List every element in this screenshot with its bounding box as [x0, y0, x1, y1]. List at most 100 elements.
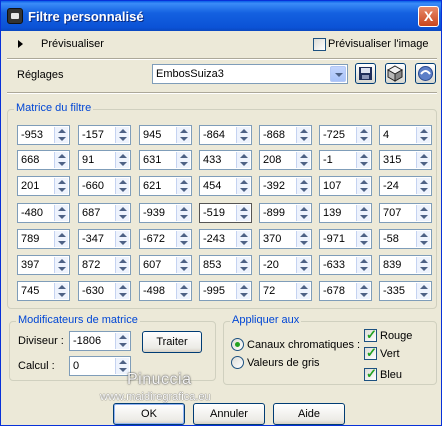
matrix-cell[interactable]: 397 — [17, 255, 70, 275]
spin-down-icon[interactable] — [420, 241, 428, 245]
matrix-cell[interactable]: -498 — [139, 281, 192, 301]
spin-up-icon[interactable] — [240, 285, 248, 289]
matrix-cell[interactable]: 872 — [78, 255, 131, 275]
matrix-spin-buttons[interactable] — [416, 231, 430, 247]
spin-down-icon[interactable] — [58, 241, 66, 245]
blue-label[interactable]: Bleu — [380, 369, 402, 381]
matrix-cell[interactable]: -864 — [199, 125, 252, 145]
matrix-cell[interactable]: -20 — [259, 255, 312, 275]
matrix-spin-buttons[interactable] — [115, 257, 129, 273]
spin-down-icon[interactable] — [420, 267, 428, 271]
matrix-spin-buttons[interactable] — [176, 152, 190, 168]
spin-down-icon[interactable] — [119, 267, 127, 271]
spin-down-icon[interactable] — [58, 267, 66, 271]
chromatic-radio[interactable] — [231, 338, 244, 351]
spin-down-icon[interactable] — [360, 293, 368, 297]
matrix-spin-buttons[interactable] — [176, 231, 190, 247]
matrix-cell[interactable]: -24 — [379, 176, 432, 196]
matrix-cell[interactable]: 4 — [379, 125, 432, 145]
matrix-spin-buttons[interactable] — [296, 257, 310, 273]
matrix-spin-buttons[interactable] — [296, 152, 310, 168]
matrix-spin-buttons[interactable] — [236, 231, 250, 247]
save-preset-button[interactable] — [355, 63, 376, 84]
divisor-stepper[interactable]: -1806 — [69, 331, 131, 351]
spin-up-icon[interactable] — [58, 180, 66, 184]
preview-image-label[interactable]: Prévisualiser l'image — [328, 38, 429, 50]
help-button[interactable]: Aide — [273, 403, 345, 425]
spin-down-icon[interactable] — [119, 162, 127, 166]
spin-up-icon[interactable] — [360, 129, 368, 133]
spin-down-icon[interactable] — [240, 188, 248, 192]
spin-up-icon[interactable] — [300, 259, 308, 263]
spin-up-icon[interactable] — [420, 154, 428, 158]
spin-down-icon[interactable] — [240, 293, 248, 297]
matrix-spin-buttons[interactable] — [115, 205, 129, 221]
spin-down-icon[interactable] — [240, 162, 248, 166]
spin-up-icon[interactable] — [420, 129, 428, 133]
spin-down-icon[interactable] — [119, 137, 127, 141]
spin-up-icon[interactable] — [420, 207, 428, 211]
spin-up-icon[interactable] — [300, 180, 308, 184]
spin-down-icon[interactable] — [180, 137, 188, 141]
matrix-cell[interactable]: 745 — [17, 281, 70, 301]
matrix-cell[interactable]: -630 — [78, 281, 131, 301]
spin-down-icon[interactable] — [420, 137, 428, 141]
matrix-cell[interactable]: -678 — [319, 281, 372, 301]
matrix-spin-buttons[interactable] — [236, 152, 250, 168]
matrix-spin-buttons[interactable] — [356, 178, 370, 194]
matrix-spin-buttons[interactable] — [356, 257, 370, 273]
chromatic-label[interactable]: Canaux chromatiques : — [247, 339, 360, 351]
spin-down-icon[interactable] — [360, 137, 368, 141]
spin-up-icon[interactable] — [180, 207, 188, 211]
matrix-spin-buttons[interactable] — [296, 127, 310, 143]
matrix-cell[interactable]: 107 — [319, 176, 372, 196]
spin-down-icon[interactable] — [58, 137, 66, 141]
spin-down-icon[interactable] — [420, 293, 428, 297]
spin-up-icon[interactable] — [360, 180, 368, 184]
spin-down-icon[interactable] — [300, 241, 308, 245]
matrix-cell[interactable]: 707 — [379, 203, 432, 223]
spin-down-icon[interactable] — [180, 241, 188, 245]
matrix-spin-buttons[interactable] — [236, 205, 250, 221]
matrix-spin-buttons[interactable] — [296, 231, 310, 247]
spin-up-icon[interactable] — [119, 129, 127, 133]
matrix-cell[interactable]: -335 — [379, 281, 432, 301]
spin-up-icon[interactable] — [300, 154, 308, 158]
spin-down-icon[interactable] — [180, 188, 188, 192]
matrix-cell[interactable]: 631 — [139, 150, 192, 170]
close-button[interactable]: X — [418, 6, 439, 27]
expand-arrow-icon[interactable] — [18, 40, 23, 48]
matrix-spin-buttons[interactable] — [296, 283, 310, 299]
spin-up-icon[interactable] — [58, 207, 66, 211]
randomize-button[interactable] — [385, 63, 406, 84]
spin-down-icon[interactable] — [420, 188, 428, 192]
spin-down-icon[interactable] — [180, 162, 188, 166]
spin-down-icon[interactable] — [180, 293, 188, 297]
matrix-spin-buttons[interactable] — [296, 205, 310, 221]
matrix-spin-buttons[interactable] — [416, 178, 430, 194]
spin-up-icon[interactable] — [58, 259, 66, 263]
matrix-cell[interactable]: -995 — [199, 281, 252, 301]
spin-down-icon[interactable] — [420, 162, 428, 166]
spin-up-icon[interactable] — [420, 285, 428, 289]
spin-up-icon[interactable] — [58, 285, 66, 289]
bias-stepper[interactable]: 0 — [69, 356, 131, 376]
spin-up-icon[interactable] — [119, 154, 127, 158]
matrix-spin-buttons[interactable] — [416, 127, 430, 143]
spin-down-icon[interactable] — [360, 162, 368, 166]
spin-up-icon[interactable] — [119, 360, 127, 364]
matrix-spin-buttons[interactable] — [115, 231, 129, 247]
blue-checkbox[interactable] — [364, 366, 377, 382]
spin-up-icon[interactable] — [119, 207, 127, 211]
matrix-spin-buttons[interactable] — [236, 257, 250, 273]
spin-up-icon[interactable] — [360, 285, 368, 289]
spin-down-icon[interactable] — [58, 188, 66, 192]
spin-up-icon[interactable] — [300, 207, 308, 211]
matrix-cell[interactable]: -633 — [319, 255, 372, 275]
matrix-spin-buttons[interactable] — [176, 257, 190, 273]
matrix-spin-buttons[interactable] — [236, 178, 250, 194]
spin-down-icon[interactable] — [58, 293, 66, 297]
spin-down-icon[interactable] — [360, 241, 368, 245]
spin-up-icon[interactable] — [240, 180, 248, 184]
spin-down-icon[interactable] — [300, 215, 308, 219]
